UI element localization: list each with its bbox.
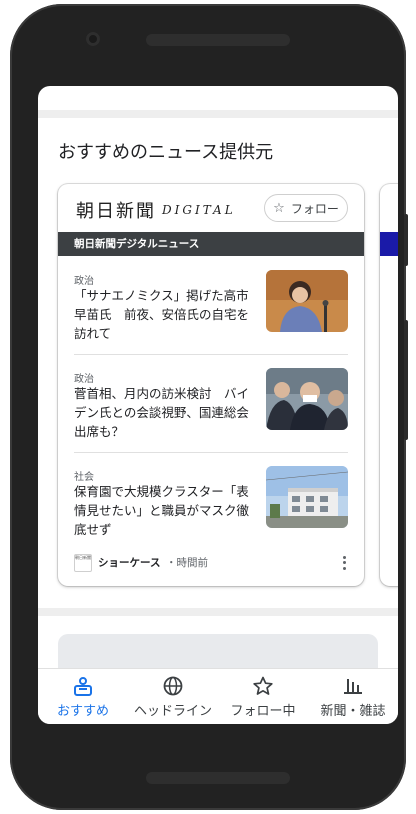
follow-button[interactable]: ☆ フォロー: [264, 194, 348, 222]
article-headline: 「サナエノミクス」掲げた高市早苗氏 前夜、安倍氏の自宅を訪れて: [74, 288, 250, 341]
publisher-logo: 朝日新聞 DIGITAL: [76, 194, 236, 226]
next-publisher-card[interactable]: [380, 184, 398, 586]
article-thumbnail: [266, 270, 348, 332]
star-icon: [218, 675, 308, 697]
publisher-card[interactable]: 朝日新聞 DIGITAL ☆ フォロー 朝日新聞デジタルニュース 政治 「サナエ…: [58, 184, 364, 586]
article-category: 政治: [74, 276, 94, 287]
source-time: ・時間前: [166, 557, 208, 569]
nav-label: フォロー中: [230, 704, 296, 719]
article-divider: [74, 354, 348, 355]
logo-japanese: 朝日新聞: [76, 201, 156, 222]
article-headline: 菅首相、月内の訪米検討 バイデン氏との会談視野、国連総会出席も？: [74, 386, 250, 439]
volume-button: [404, 320, 408, 440]
article-headline: 保育園で大規模クラスター「表情見せたい」と職員がマスク徹底せず: [74, 484, 250, 537]
nav-item-newsstand[interactable]: 新聞・雑誌: [308, 669, 398, 724]
source-name: ショーケース: [98, 557, 161, 569]
article-divider: [74, 452, 348, 453]
nav-label: 新聞・雑誌: [320, 704, 386, 719]
article-category: 社会: [74, 472, 94, 483]
front-camera: [86, 32, 100, 46]
next-card-band: [380, 232, 398, 256]
screen: おすすめのニュース提供元 朝日新聞 DIGITAL ☆ フォロー 朝日新聞デジタ…: [38, 86, 398, 724]
article-category: 政治: [74, 374, 94, 385]
section-separator: [38, 608, 398, 616]
home-icon: [38, 675, 128, 697]
article-item[interactable]: 社会 保育園で大規模クラスター「表情見せたい」と職員がマスク徹底せず: [74, 466, 348, 546]
article-item[interactable]: 政治 菅首相、月内の訪米検討 バイデン氏との会談視野、国連総会出席も？: [74, 368, 348, 448]
bottom-speaker: [146, 772, 290, 784]
article-thumbnail: [266, 368, 348, 430]
more-options-icon[interactable]: [340, 554, 348, 570]
logo-english: DIGITAL: [162, 203, 236, 217]
nav-label: ヘッドライン: [133, 704, 212, 719]
bottom-navigation: おすすめ ヘッドライン フォロー中 新聞・雑誌: [38, 668, 398, 724]
phone-frame: おすすめのニュース提供元 朝日新聞 DIGITAL ☆ フォロー 朝日新聞デジタ…: [10, 4, 406, 810]
section-title: おすすめのニュース提供元: [58, 142, 274, 163]
source-icon: 朝日新聞: [74, 554, 92, 572]
follow-label: フォロー: [290, 201, 339, 216]
globe-icon: [128, 675, 218, 697]
nav-item-following[interactable]: フォロー中: [218, 669, 308, 724]
power-button: [404, 214, 408, 266]
article-thumbnail: [266, 466, 348, 528]
star-outline-icon: ☆: [273, 200, 285, 216]
publisher-band: 朝日新聞デジタルニュース: [58, 232, 364, 256]
article-item[interactable]: 政治 「サナエノミクス」掲げた高市早苗氏 前夜、安倍氏の自宅を訪れて: [74, 270, 348, 350]
nav-label: おすすめ: [56, 704, 109, 719]
source-icon-text: 朝日新聞: [75, 555, 91, 560]
bar-chart-icon: [308, 675, 398, 697]
earpiece-speaker: [146, 34, 290, 46]
section-separator: [38, 110, 398, 118]
nav-item-recommended[interactable]: おすすめ: [38, 669, 128, 724]
nav-item-headlines[interactable]: ヘッドライン: [128, 669, 218, 724]
card-footer: 朝日新聞 ショーケース ・時間前: [74, 550, 348, 574]
